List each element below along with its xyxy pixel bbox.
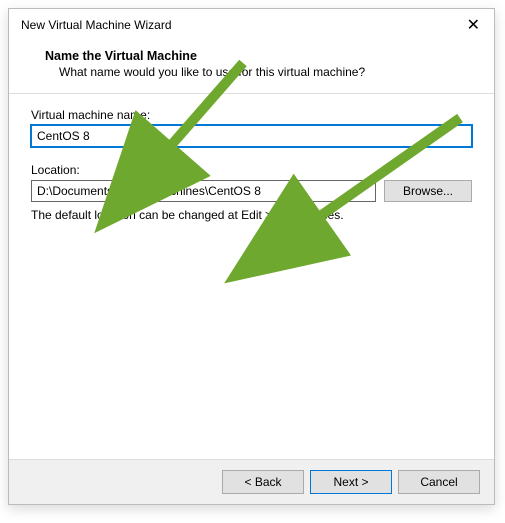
header-title: Name the Virtual Machine [45, 49, 474, 63]
window-title: New Virtual Machine Wizard [21, 18, 172, 32]
location-label: Location: [31, 163, 472, 177]
wizard-footer: < Back Next > Cancel [9, 459, 494, 504]
header-subtitle: What name would you like to use for this… [45, 65, 474, 79]
vm-name-input[interactable] [31, 125, 472, 147]
location-input[interactable] [31, 180, 376, 202]
wizard-dialog: New Virtual Machine Wizard ✕ Name the Vi… [8, 8, 495, 505]
content-area: Virtual machine name: Location: Browse..… [9, 94, 494, 459]
location-hint: The default location can be changed at E… [31, 208, 472, 222]
browse-button[interactable]: Browse... [384, 180, 472, 202]
back-button[interactable]: < Back [222, 470, 304, 494]
vm-name-label: Virtual machine name: [31, 108, 472, 122]
next-button[interactable]: Next > [310, 470, 392, 494]
wizard-header: Name the Virtual Machine What name would… [9, 39, 494, 94]
close-icon[interactable]: ✕ [463, 15, 484, 35]
titlebar: New Virtual Machine Wizard ✕ [9, 9, 494, 39]
cancel-button[interactable]: Cancel [398, 470, 480, 494]
